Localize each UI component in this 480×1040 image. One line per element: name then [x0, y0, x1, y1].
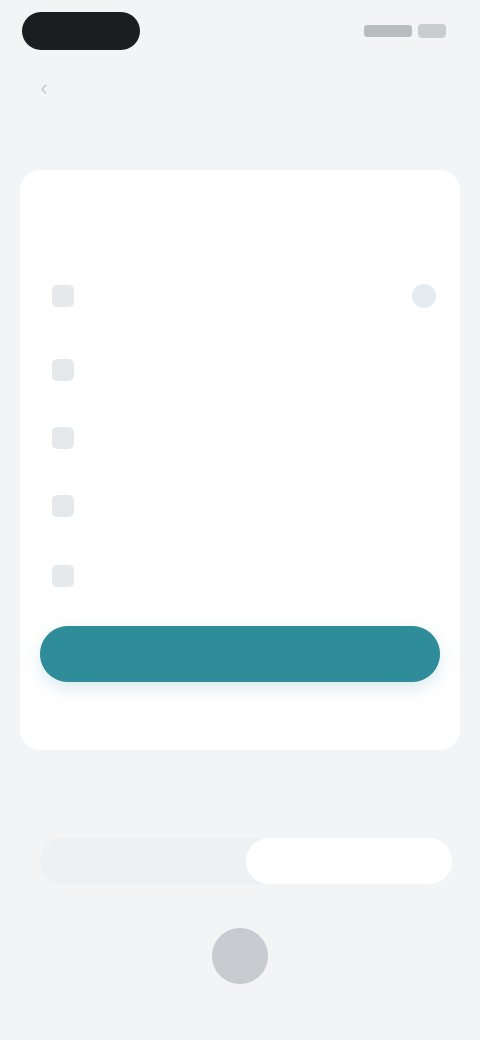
- header: ‹: [0, 64, 480, 112]
- option-item-4[interactable]: [40, 486, 440, 526]
- check-icon: [412, 284, 436, 308]
- options-card: [20, 170, 460, 750]
- option-icon: [52, 285, 74, 307]
- option-icon: [52, 495, 74, 517]
- dynamic-island: [22, 12, 140, 50]
- option-icon: [52, 359, 74, 381]
- segment-1[interactable]: [40, 838, 246, 884]
- option-item-5[interactable]: [40, 556, 440, 596]
- option-item-1[interactable]: [40, 276, 440, 316]
- status-bar: [0, 0, 480, 64]
- option-icon: [52, 427, 74, 449]
- continue-button[interactable]: [40, 626, 440, 682]
- back-icon[interactable]: ‹: [28, 72, 60, 104]
- segmented-control: [40, 838, 452, 884]
- option-icon: [52, 565, 74, 587]
- option-item-3[interactable]: [40, 418, 440, 458]
- avatar[interactable]: [212, 928, 268, 984]
- option-item-2[interactable]: [40, 350, 440, 390]
- battery-icon: [418, 24, 446, 38]
- segment-2[interactable]: [246, 838, 452, 884]
- signal-icon: [364, 25, 412, 37]
- status-indicators: [364, 22, 446, 40]
